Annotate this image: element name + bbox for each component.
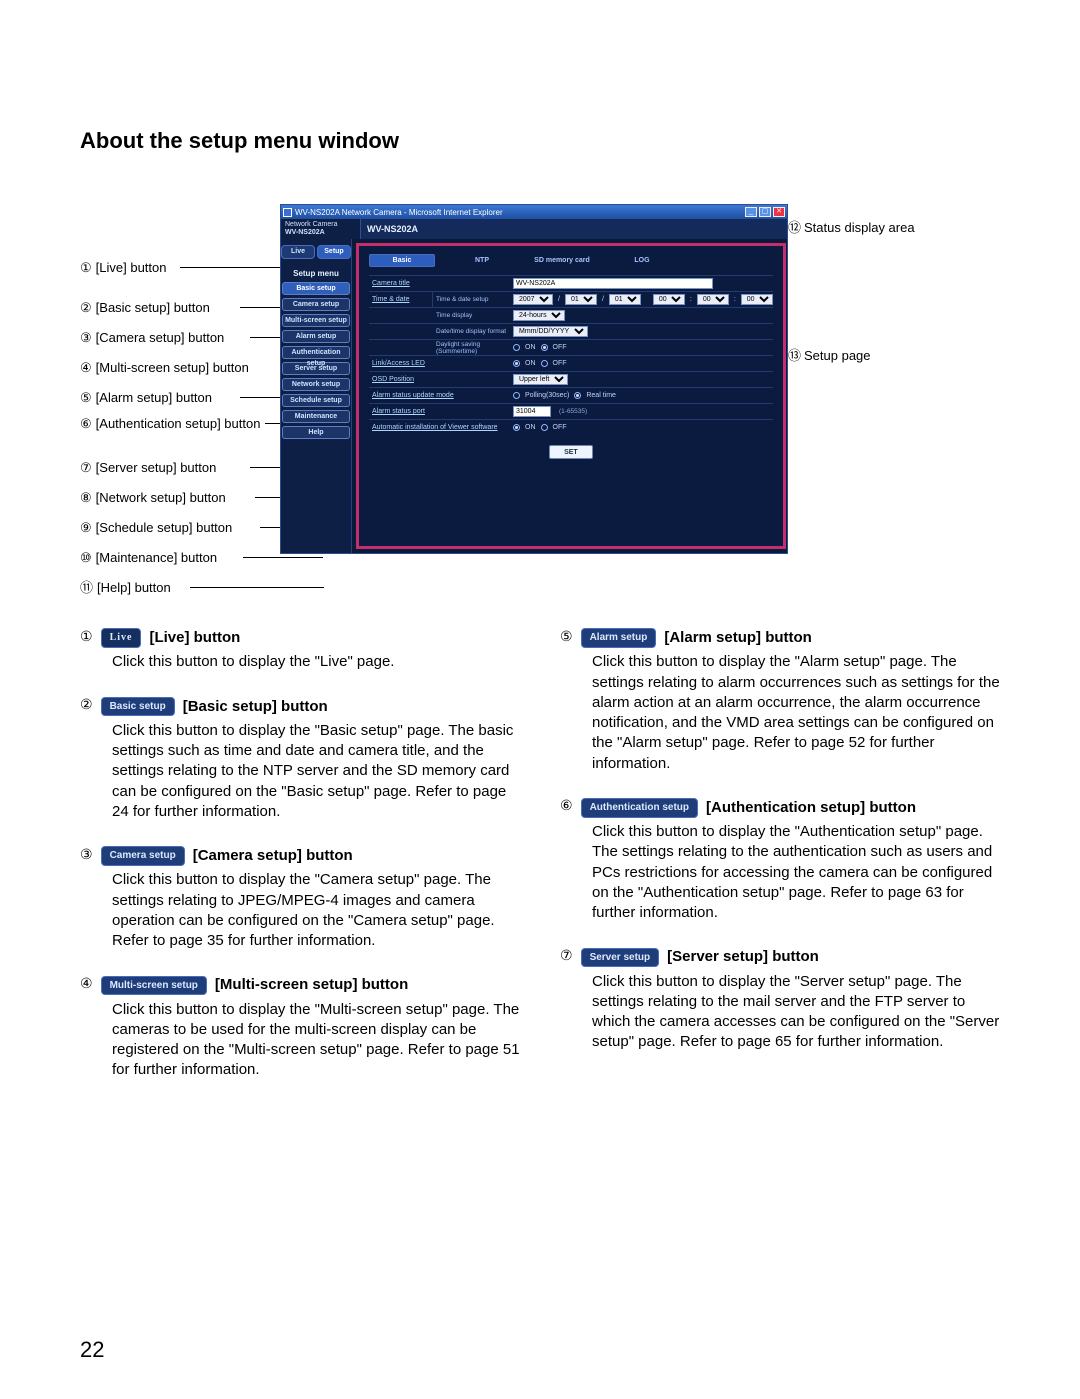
desc-item-2: ② Basic setup [Basic setup] button Click… bbox=[80, 697, 520, 823]
sidebar-item-help[interactable]: Help bbox=[282, 426, 350, 439]
ie-title-text: WV-NS202A Network Camera - Microsoft Int… bbox=[295, 208, 503, 217]
viewer-off-radio[interactable] bbox=[541, 424, 548, 431]
close-icon[interactable]: ✕ bbox=[773, 207, 785, 217]
sidebar-item-maintenance[interactable]: Maintenance bbox=[282, 410, 350, 423]
set-button[interactable]: SET bbox=[549, 445, 593, 459]
pill-live: Live bbox=[101, 628, 142, 648]
sidebar-item-multiscreen[interactable]: Multi-screen setup bbox=[282, 314, 350, 327]
month-select[interactable]: 01 bbox=[565, 294, 597, 305]
desc-item-6: ⑥ Authentication setup [Authentication s… bbox=[560, 798, 1000, 924]
time-date-group[interactable]: Time & date bbox=[369, 292, 433, 307]
camera-title-input[interactable] bbox=[513, 278, 713, 289]
led-off-radio[interactable] bbox=[541, 360, 548, 367]
viewer-on-radio[interactable] bbox=[513, 424, 520, 431]
sidebar-item-auth[interactable]: Authentication setup bbox=[282, 346, 350, 359]
day-select[interactable]: 01 bbox=[609, 294, 641, 305]
desc-item-7: ⑦ Server setup [Server setup] button Cli… bbox=[560, 947, 1000, 1052]
year-select[interactable]: 2007 bbox=[513, 294, 553, 305]
camera-title-label[interactable]: Camera title bbox=[369, 280, 513, 287]
viewer-install-label[interactable]: Automatic installation of Viewer softwar… bbox=[369, 424, 513, 431]
osd-label[interactable]: OSD Position bbox=[369, 376, 513, 383]
tab-ntp[interactable]: NTP bbox=[449, 254, 515, 267]
pill-alarm: Alarm setup bbox=[581, 628, 657, 648]
alarm-port-label[interactable]: Alarm status port bbox=[369, 408, 513, 415]
setup-page: Basic NTP SD memory card LOG Camera titl… bbox=[356, 243, 786, 549]
sec-select[interactable]: 00 bbox=[741, 294, 773, 305]
min-select[interactable]: 00 bbox=[697, 294, 729, 305]
sidebar-item-server[interactable]: Server setup bbox=[282, 362, 350, 375]
link-led-label[interactable]: Link/Access LED bbox=[369, 360, 513, 367]
tab-sd[interactable]: SD memory card bbox=[529, 254, 595, 267]
pill-basic: Basic setup bbox=[101, 697, 175, 717]
date-format-select[interactable]: Mmm/DD/YYYY bbox=[513, 326, 588, 337]
ie-app-icon bbox=[283, 208, 292, 217]
status-display-area: WV-NS202A bbox=[361, 219, 787, 239]
osd-select[interactable]: Upper left bbox=[513, 374, 568, 385]
sidebar-item-basic[interactable]: Basic setup bbox=[282, 282, 350, 295]
date-format-label: Date/time display format bbox=[433, 328, 513, 335]
setup-button[interactable]: Setup bbox=[317, 245, 351, 259]
tab-basic[interactable]: Basic bbox=[369, 254, 435, 267]
pill-server: Server setup bbox=[581, 948, 660, 968]
pill-multiscreen: Multi-screen setup bbox=[101, 976, 207, 996]
pill-camera: Camera setup bbox=[101, 846, 185, 866]
screenshot-region: ①[Live] button ②[Basic setup] button ③[C… bbox=[80, 204, 1000, 664]
sidebar: Live Setup Setup menu Basic setup Camera… bbox=[281, 239, 352, 553]
sidebar-item-schedule[interactable]: Schedule setup bbox=[282, 394, 350, 407]
maximize-icon[interactable]: ▢ bbox=[759, 207, 771, 217]
sidebar-item-alarm[interactable]: Alarm setup bbox=[282, 330, 350, 343]
ie-titlebar: WV-NS202A Network Camera - Microsoft Int… bbox=[281, 205, 787, 219]
dst-on-radio[interactable] bbox=[513, 344, 520, 351]
realtime-radio[interactable] bbox=[574, 392, 581, 399]
time-date-setup-label: Time & date setup bbox=[433, 296, 513, 303]
dst-off-radio[interactable] bbox=[541, 344, 548, 351]
brand-bar: Network Camera WV-NS202A WV-NS202A bbox=[281, 219, 787, 239]
desc-item-5: ⑤ Alarm setup [Alarm setup] button Click… bbox=[560, 628, 1000, 774]
tab-log[interactable]: LOG bbox=[609, 254, 675, 267]
ie-window: WV-NS202A Network Camera - Microsoft Int… bbox=[280, 204, 788, 554]
alarm-port-input[interactable] bbox=[513, 406, 551, 417]
minimize-icon[interactable]: _ bbox=[745, 207, 757, 217]
dst-label: Daylight saving (Summertime) bbox=[433, 341, 513, 355]
desc-item-4: ④ Multi-screen setup [Multi-screen setup… bbox=[80, 975, 520, 1080]
desc-item-1: ① Live [Live] button Click this button t… bbox=[80, 628, 520, 673]
led-on-radio[interactable] bbox=[513, 360, 520, 367]
pill-auth: Authentication setup bbox=[581, 798, 698, 818]
descriptions: ① Live [Live] button Click this button t… bbox=[80, 628, 1000, 1105]
sidebar-item-network[interactable]: Network setup bbox=[282, 378, 350, 391]
setup-menu-title: Setup menu bbox=[281, 269, 351, 278]
alarm-mode-label[interactable]: Alarm status update mode bbox=[369, 392, 513, 399]
hour-select[interactable]: 00 bbox=[653, 294, 685, 305]
time-display-select[interactable]: 24-hours bbox=[513, 310, 565, 321]
desc-item-3: ③ Camera setup [Camera setup] button Cli… bbox=[80, 846, 520, 951]
page-number: 22 bbox=[80, 1337, 104, 1363]
live-button[interactable]: Live bbox=[281, 245, 315, 259]
time-display-label: Time display bbox=[433, 312, 513, 319]
section-title: About the setup menu window bbox=[80, 128, 1000, 154]
polling-radio[interactable] bbox=[513, 392, 520, 399]
sidebar-item-camera[interactable]: Camera setup bbox=[282, 298, 350, 311]
